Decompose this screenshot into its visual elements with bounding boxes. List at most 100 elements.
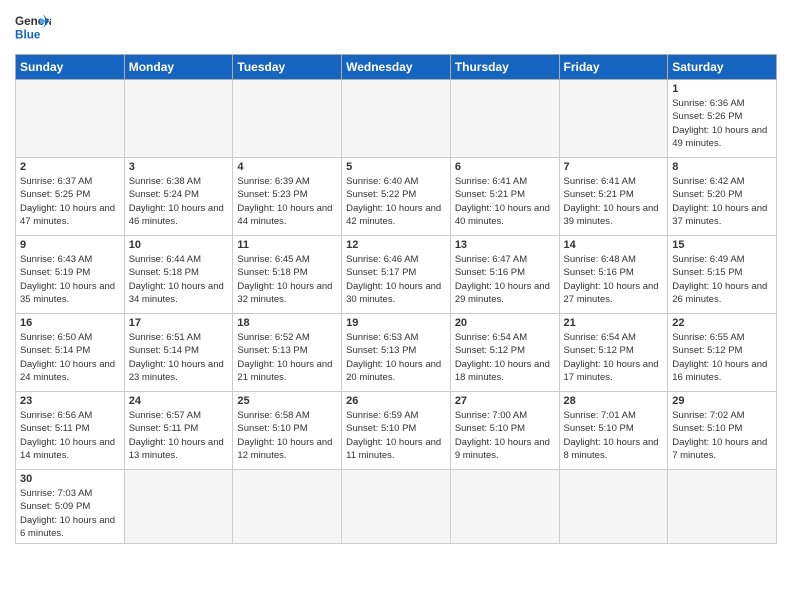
day-number: 1 [672,83,772,95]
generalblue-logo-icon: General Blue [15,10,51,46]
day-number: 10 [129,239,229,251]
day-info: Sunrise: 6:57 AMSunset: 5:11 PMDaylight:… [129,409,229,462]
calendar-cell: 26 Sunrise: 6:59 AMSunset: 5:10 PMDayligh… [342,392,451,470]
day-info: Sunrise: 6:54 AMSunset: 5:12 PMDaylight:… [455,331,555,384]
calendar-cell [668,470,777,544]
calendar-cell [342,80,451,158]
calendar-cell: 30 Sunrise: 7:03 AMSunset: 5:09 PMDayligh… [16,470,125,544]
day-info: Sunrise: 6:41 AMSunset: 5:21 PMDaylight:… [455,175,555,228]
day-number: 15 [672,239,772,251]
calendar-cell: 27 Sunrise: 7:00 AMSunset: 5:10 PMDayligh… [450,392,559,470]
week-row-6: 30 Sunrise: 7:03 AMSunset: 5:09 PMDayligh… [16,470,777,544]
day-number: 8 [672,161,772,173]
calendar-cell: 23 Sunrise: 6:56 AMSunset: 5:11 PMDayligh… [16,392,125,470]
week-row-4: 16Sunrise: 6:50 AMSunset: 5:14 PMDayligh… [16,314,777,392]
weekday-header-sunday: Sunday [16,55,125,80]
calendar-cell: 25Sunrise: 6:58 AMSunset: 5:10 PMDayligh… [233,392,342,470]
day-info: Sunrise: 6:40 AMSunset: 5:22 PMDaylight:… [346,175,446,228]
day-info: Sunrise: 6:39 AMSunset: 5:23 PMDaylight:… [237,175,337,228]
weekday-header-saturday: Saturday [668,55,777,80]
day-number: 23 [20,395,120,407]
calendar-cell: 8 Sunrise: 6:42 AMSunset: 5:20 PMDaylight… [668,158,777,236]
calendar-cell [450,80,559,158]
calendar-cell: 9 Sunrise: 6:43 AMSunset: 5:19 PMDaylight… [16,236,125,314]
calendar-cell: 18Sunrise: 6:52 AMSunset: 5:13 PMDayligh… [233,314,342,392]
day-number: 11 [237,239,337,251]
calendar-cell [342,470,451,544]
day-number: 26 [346,395,446,407]
day-number: 2 [20,161,120,173]
calendar-cell: 5 Sunrise: 6:40 AMSunset: 5:22 PMDaylight… [342,158,451,236]
calendar-cell [233,80,342,158]
day-info: Sunrise: 7:01 AMSunset: 5:10 PMDaylight:… [564,409,664,462]
day-number: 19 [346,317,446,329]
day-number: 5 [346,161,446,173]
calendar-cell: 20 Sunrise: 6:54 AMSunset: 5:12 PMDayligh… [450,314,559,392]
calendar-cell: 15Sunrise: 6:49 AMSunset: 5:15 PMDayligh… [668,236,777,314]
day-info: Sunrise: 6:37 AMSunset: 5:25 PMDaylight:… [20,175,120,228]
calendar-cell: 1Sunrise: 6:36 AMSunset: 5:26 PMDaylight… [668,80,777,158]
day-info: Sunrise: 6:54 AMSunset: 5:12 PMDaylight:… [564,331,664,384]
day-info: Sunrise: 6:48 AMSunset: 5:16 PMDaylight:… [564,253,664,306]
calendar-cell: 6 Sunrise: 6:41 AMSunset: 5:21 PMDaylight… [450,158,559,236]
calendar-table: SundayMondayTuesdayWednesdayThursdayFrid… [15,54,777,544]
day-info: Sunrise: 6:55 AMSunset: 5:12 PMDaylight:… [672,331,772,384]
page: General Blue SundayMondayTuesdayWednesda… [0,0,792,554]
calendar-cell: 11Sunrise: 6:45 AMSunset: 5:18 PMDayligh… [233,236,342,314]
day-number: 28 [564,395,664,407]
calendar-cell [233,470,342,544]
day-number: 14 [564,239,664,251]
header: General Blue [15,10,777,46]
calendar-cell: 10 Sunrise: 6:44 AMSunset: 5:18 PMDayligh… [124,236,233,314]
week-row-2: 2 Sunrise: 6:37 AMSunset: 5:25 PMDaylight… [16,158,777,236]
day-info: Sunrise: 6:43 AMSunset: 5:19 PMDaylight:… [20,253,120,306]
day-number: 29 [672,395,772,407]
day-number: 3 [129,161,229,173]
day-info: Sunrise: 7:00 AMSunset: 5:10 PMDaylight:… [455,409,555,462]
weekday-header-monday: Monday [124,55,233,80]
day-info: Sunrise: 6:47 AMSunset: 5:16 PMDaylight:… [455,253,555,306]
calendar-cell [559,80,668,158]
day-number: 25 [237,395,337,407]
weekday-header-wednesday: Wednesday [342,55,451,80]
day-info: Sunrise: 6:44 AMSunset: 5:18 PMDaylight:… [129,253,229,306]
day-info: Sunrise: 6:46 AMSunset: 5:17 PMDaylight:… [346,253,446,306]
day-info: Sunrise: 7:03 AMSunset: 5:09 PMDaylight:… [20,487,120,540]
day-info: Sunrise: 6:42 AMSunset: 5:20 PMDaylight:… [672,175,772,228]
calendar-cell [124,470,233,544]
day-number: 21 [564,317,664,329]
week-row-1: 1Sunrise: 6:36 AMSunset: 5:26 PMDaylight… [16,80,777,158]
calendar-cell: 4 Sunrise: 6:39 AMSunset: 5:23 PMDaylight… [233,158,342,236]
calendar-cell [124,80,233,158]
week-row-3: 9 Sunrise: 6:43 AMSunset: 5:19 PMDaylight… [16,236,777,314]
day-info: Sunrise: 6:41 AMSunset: 5:21 PMDaylight:… [564,175,664,228]
day-info: Sunrise: 7:02 AMSunset: 5:10 PMDaylight:… [672,409,772,462]
calendar-cell: 12Sunrise: 6:46 AMSunset: 5:17 PMDayligh… [342,236,451,314]
day-info: Sunrise: 6:50 AMSunset: 5:14 PMDaylight:… [20,331,120,384]
day-info: Sunrise: 6:56 AMSunset: 5:11 PMDaylight:… [20,409,120,462]
day-number: 6 [455,161,555,173]
weekday-header-row: SundayMondayTuesdayWednesdayThursdayFrid… [16,55,777,80]
calendar-cell [450,470,559,544]
calendar-cell: 16Sunrise: 6:50 AMSunset: 5:14 PMDayligh… [16,314,125,392]
day-number: 30 [20,473,120,485]
day-number: 4 [237,161,337,173]
day-number: 18 [237,317,337,329]
day-info: Sunrise: 6:51 AMSunset: 5:14 PMDaylight:… [129,331,229,384]
day-info: Sunrise: 6:59 AMSunset: 5:10 PMDaylight:… [346,409,446,462]
day-number: 24 [129,395,229,407]
day-info: Sunrise: 6:53 AMSunset: 5:13 PMDaylight:… [346,331,446,384]
calendar-body: 1Sunrise: 6:36 AMSunset: 5:26 PMDaylight… [16,80,777,544]
calendar-cell: 22Sunrise: 6:55 AMSunset: 5:12 PMDayligh… [668,314,777,392]
svg-text:Blue: Blue [15,28,41,41]
calendar-cell: 14 Sunrise: 6:48 AMSunset: 5:16 PMDayligh… [559,236,668,314]
day-number: 27 [455,395,555,407]
week-row-5: 23 Sunrise: 6:56 AMSunset: 5:11 PMDayligh… [16,392,777,470]
weekday-header-friday: Friday [559,55,668,80]
calendar-cell: 17Sunrise: 6:51 AMSunset: 5:14 PMDayligh… [124,314,233,392]
calendar-cell: 2 Sunrise: 6:37 AMSunset: 5:25 PMDaylight… [16,158,125,236]
day-number: 20 [455,317,555,329]
calendar-cell: 29 Sunrise: 7:02 AMSunset: 5:10 PMDayligh… [668,392,777,470]
day-number: 9 [20,239,120,251]
day-number: 7 [564,161,664,173]
